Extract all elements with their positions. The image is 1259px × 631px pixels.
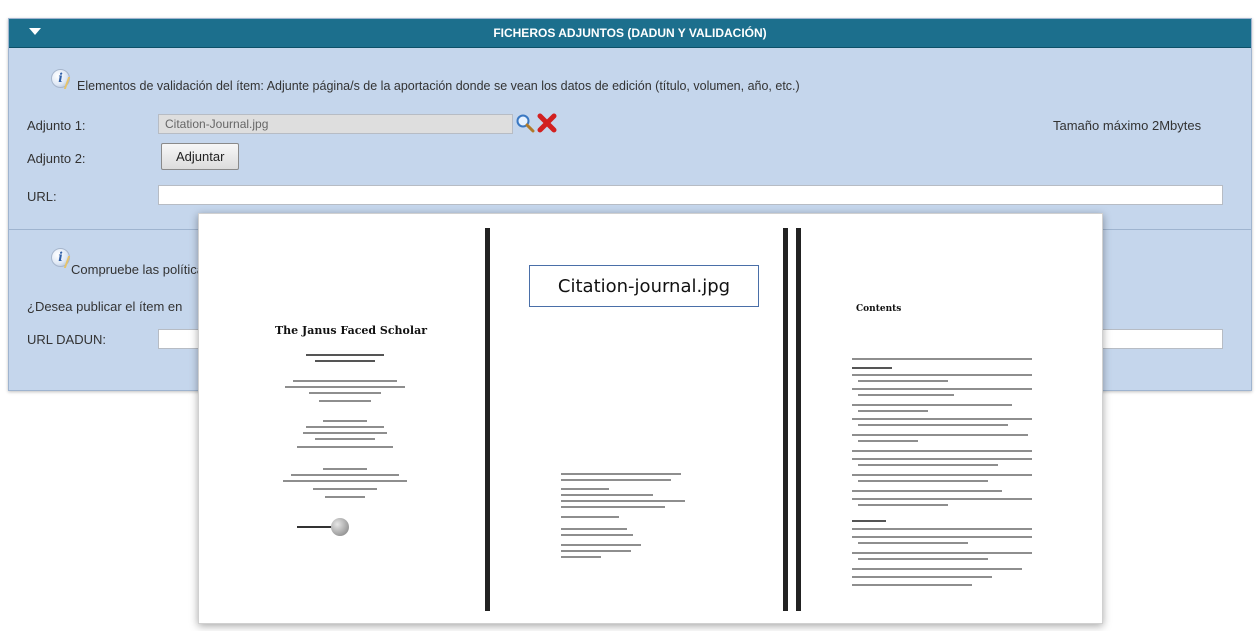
page-divider <box>796 228 801 611</box>
doc-logo-line <box>297 526 335 528</box>
doc-text-line <box>325 496 365 498</box>
doc-text-line <box>561 506 665 508</box>
doc-text-line <box>852 450 1032 452</box>
doc-text-line <box>306 354 384 356</box>
url-field[interactable] <box>158 185 1223 205</box>
doc-text-line <box>858 424 1008 426</box>
doc-text-line <box>858 504 948 506</box>
doc-text-line <box>291 474 399 476</box>
doc-text-line <box>852 367 892 369</box>
max-size-note: Tamaño máximo 2Mbytes <box>1053 118 1202 133</box>
doc-text-line <box>315 438 375 440</box>
doc-text-line <box>852 536 1032 538</box>
doc-text-line <box>858 558 988 560</box>
doc-text-line <box>852 552 1032 554</box>
doc-text-line <box>293 380 397 382</box>
adjunto1-label: Adjunto 1: <box>27 118 86 133</box>
doc-text-line <box>852 404 1012 406</box>
doc-logo <box>331 518 349 536</box>
search-icon[interactable] <box>515 113 535 133</box>
doc-text-line <box>297 446 393 448</box>
doc-text-line <box>561 473 681 475</box>
policy-note: Compruebe las políticas <box>71 262 211 277</box>
validation-note: Elementos de validación del ítem: Adjunt… <box>77 79 800 93</box>
delete-icon[interactable] <box>536 112 558 134</box>
doc-text-line <box>852 498 1032 500</box>
doc-text-line <box>309 392 381 394</box>
collapse-triangle-icon[interactable] <box>29 28 41 35</box>
doc-text-line <box>306 426 384 428</box>
doc-text-line <box>561 488 609 490</box>
doc-text-line <box>852 388 1032 390</box>
doc-text-line <box>858 410 928 412</box>
doc-text-line <box>852 528 1032 530</box>
doc-text-line <box>858 394 954 396</box>
doc-title: The Janus Faced Scholar <box>275 324 427 337</box>
panel-header: FICHEROS ADJUNTOS (DADUN Y VALIDACIÓN) <box>9 19 1251 48</box>
doc-text-line <box>561 534 633 536</box>
doc-text-line <box>561 556 601 558</box>
doc-text-line <box>852 490 1002 492</box>
doc-text-line <box>315 360 375 362</box>
doc-text-line <box>852 434 1028 436</box>
adjuntar-button[interactable]: Adjuntar <box>161 143 240 170</box>
doc-text-line <box>858 542 968 544</box>
doc-text-line <box>561 516 619 518</box>
doc-text-line <box>852 374 1032 376</box>
doc-text-line <box>852 418 1032 420</box>
doc-text-line <box>303 432 387 434</box>
panel-title: FICHEROS ADJUNTOS (DADUN Y VALIDACIÓN) <box>493 26 767 40</box>
doc-text-line <box>319 400 371 402</box>
url-dadun-label: URL DADUN: <box>27 332 106 347</box>
doc-text-line <box>852 520 886 522</box>
doc-text-line <box>561 500 685 502</box>
attachment-preview: The Janus Faced Scholar Citation-journal… <box>198 213 1103 624</box>
doc-text-line <box>858 480 988 482</box>
preview-caption: Citation-journal.jpg <box>529 265 759 307</box>
doc-text-line <box>852 576 992 578</box>
doc-text-line <box>852 358 1032 360</box>
doc-text-line <box>313 488 377 490</box>
adjunto2-label: Adjunto 2: <box>27 151 86 166</box>
preview-page-3: Contents <box>804 228 1089 611</box>
url-label: URL: <box>27 189 57 204</box>
publish-question: ¿Desea publicar el ítem en <box>27 299 183 314</box>
page-divider <box>783 228 788 611</box>
doc-text-line <box>858 440 918 442</box>
page-divider <box>485 228 490 611</box>
doc-text-line <box>323 420 367 422</box>
doc-text-line <box>323 468 367 470</box>
doc-text-line <box>561 550 631 552</box>
adjunto1-field[interactable] <box>158 114 513 134</box>
doc-text-line <box>852 568 1022 570</box>
doc-text-line <box>852 474 1032 476</box>
doc-text-line <box>561 528 627 530</box>
preview-page-1: The Janus Faced Scholar <box>211 228 481 611</box>
doc-text-line <box>858 380 948 382</box>
doc-text-line <box>852 458 1032 460</box>
doc-text-line <box>852 584 972 586</box>
doc-text-line <box>561 494 653 496</box>
doc-contents-title: Contents <box>856 304 902 314</box>
doc-text-line <box>561 544 641 546</box>
doc-text-line <box>561 479 671 481</box>
doc-text-line <box>285 386 405 388</box>
doc-text-line <box>858 464 998 466</box>
doc-text-line <box>283 480 407 482</box>
